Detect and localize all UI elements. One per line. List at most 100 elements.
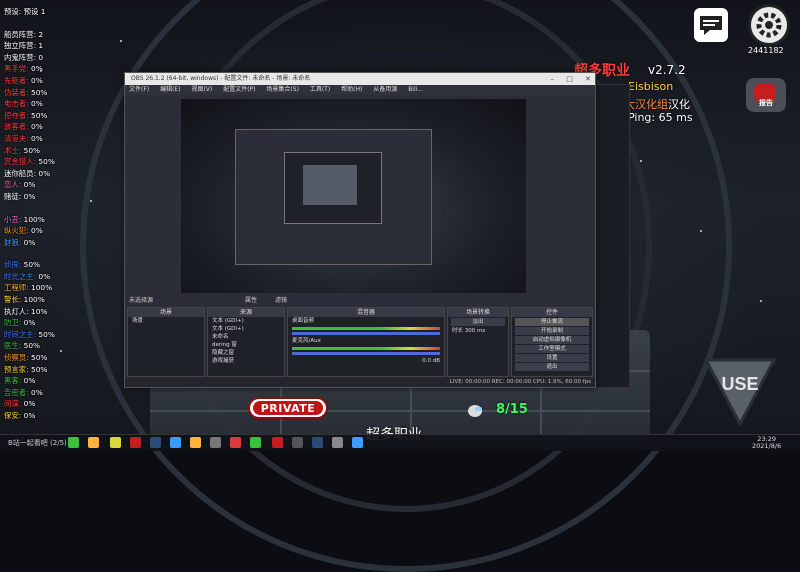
role-chance: 0%	[28, 133, 43, 143]
virtual-camera-button[interactable]: 启动虚拟摄像机	[515, 336, 589, 344]
report-label: 报告	[759, 99, 773, 107]
role-name: 工程师:	[4, 283, 29, 293]
menu-backup-source[interactable]: 从备用源	[373, 86, 397, 93]
taskbar-start-text: B站一起看吧 (2/5)	[8, 438, 67, 448]
chrome-icon[interactable]	[190, 437, 201, 448]
role-name: 时光之主:	[4, 271, 37, 281]
role-chance: 100%	[28, 283, 53, 293]
studio-mode-button[interactable]: 工作室模式	[515, 345, 589, 353]
private-lobby-badge[interactable]: PRIVATE	[248, 397, 328, 419]
mixer-db: 0.0 dB	[422, 358, 440, 364]
menu-file[interactable]: 文件(F)	[129, 86, 149, 93]
source-toolbar: 未选择源 属性 滤镜	[125, 295, 595, 307]
steam-icon[interactable]	[150, 437, 161, 448]
obs-docks: 场景 场景 来源 文本 (GDI+) 文本 (GDI+) 未命名 dering …	[125, 307, 595, 377]
minimize-icon[interactable]: –	[551, 75, 555, 83]
app-icon[interactable]	[352, 437, 363, 448]
menu-tools[interactable]: 工具(T)	[310, 86, 330, 93]
role-chance: 50%	[21, 260, 41, 270]
chat-bubble-icon[interactable]	[694, 8, 728, 42]
role-item: 迷你船员: 0%	[4, 168, 74, 180]
source-item[interactable]: 未命名	[208, 333, 284, 341]
role-chance: 100%	[21, 295, 45, 305]
role-name: 清道夫:	[4, 133, 29, 143]
role-chance: 0%	[21, 191, 36, 201]
role-chance: 50%	[28, 353, 48, 363]
role-item: 时光之主: 0%	[4, 271, 74, 283]
mod-author: Eisbison	[628, 80, 673, 93]
obs-preview[interactable]	[181, 99, 526, 293]
duration-value[interactable]: 300 ms	[465, 328, 485, 334]
app-icon[interactable]	[210, 437, 221, 448]
role-chance: 0%	[21, 376, 36, 386]
app-icon[interactable]	[110, 437, 121, 448]
volume-meter	[292, 327, 440, 330]
role-name: 电击者:	[4, 99, 29, 109]
menu-bili[interactable]: Bili...	[408, 86, 423, 93]
role-chance: 0%	[21, 237, 36, 247]
obs-icon[interactable]	[332, 437, 343, 448]
folder-icon[interactable]	[88, 437, 99, 448]
menu-view[interactable]: 视图(V)	[191, 86, 212, 93]
among-us-icon[interactable]	[272, 437, 283, 448]
gear-icon[interactable]	[748, 4, 790, 46]
app-icon[interactable]	[250, 437, 261, 448]
browser-icon[interactable]	[170, 437, 181, 448]
source-item[interactable]: 隐藏之窗	[208, 349, 284, 357]
selected-source-label: 未选择源	[129, 297, 154, 304]
role-name: 侦探:	[4, 260, 22, 270]
role-name: 时间之主:	[4, 329, 37, 339]
role-chance: 10%	[28, 306, 48, 316]
role-item: 时间之主: 50%	[4, 329, 74, 341]
crewmate-icon	[466, 402, 484, 418]
exit-button[interactable]: 退出	[515, 363, 589, 371]
menu-profile[interactable]: 配置文件(P)	[223, 86, 255, 93]
role-name: 赏金猎人:	[4, 157, 37, 167]
obs-window: OBS 26.1.2 (64-bit, windows) - 配置文件: 未命名…	[124, 72, 596, 388]
app-icon[interactable]	[230, 437, 241, 448]
role-item: 赏金猎人: 50%	[4, 156, 74, 168]
role-chance: 0%	[21, 318, 36, 328]
start-recording-button[interactable]: 开始录制	[515, 327, 589, 335]
app-icon[interactable]	[292, 437, 303, 448]
scene-item[interactable]: 场景	[128, 317, 204, 325]
maximize-icon[interactable]: □	[566, 75, 573, 83]
scenes-dock: 场景 场景	[127, 307, 205, 377]
source-item[interactable]: dering 窗	[208, 341, 284, 349]
close-icon[interactable]: ✕	[585, 75, 591, 83]
private-label: PRIVATE	[253, 401, 323, 415]
obs-titlebar: OBS 26.1.2 (64-bit, windows) - 配置文件: 未命名…	[125, 73, 595, 85]
source-item[interactable]: 文本 (GDI+)	[208, 325, 284, 333]
player-count: 8/15	[496, 402, 528, 417]
volume-slider[interactable]	[292, 332, 440, 335]
role-chance: 50%	[28, 110, 48, 120]
role-item: 恋人: 0%	[4, 179, 74, 191]
properties-button[interactable]: 属性	[245, 295, 257, 307]
role-item: 豺狼: 0%	[4, 237, 74, 249]
wechat-icon[interactable]	[68, 437, 79, 448]
app-icon[interactable]	[130, 437, 141, 448]
menu-help[interactable]: 帮助(H)	[341, 86, 362, 93]
steam-icon[interactable]	[312, 437, 323, 448]
role-name: 小丑:	[4, 214, 22, 224]
settings-button[interactable]: 设置	[515, 354, 589, 362]
filters-button[interactable]: 滤镜	[275, 295, 287, 307]
transition-type-select[interactable]: 淡出	[451, 318, 505, 326]
stop-streaming-button[interactable]: 停止推流	[515, 318, 589, 326]
role-item: 告密者: 0%	[4, 387, 74, 399]
volume-slider[interactable]	[292, 352, 440, 355]
role-items: 黑手党: 0% 先驱者: 0% 伪装者: 50% 电击者: 0% 掠夺者: 50% 骇客者…	[4, 63, 74, 421]
stream-room-number: 2441182	[748, 46, 784, 55]
source-item[interactable]: 游戏捕获	[208, 357, 284, 365]
role-chance: 0%	[21, 411, 36, 420]
role-item: 防卫: 0%	[4, 317, 74, 329]
report-button[interactable]: 报告	[746, 78, 786, 112]
menu-scene-collection[interactable]: 场景集合(S)	[266, 86, 299, 93]
neutral-count: 独立阵营: 1	[4, 41, 44, 51]
role-item: 掠夺者: 50%	[4, 110, 74, 122]
menu-edit[interactable]: 编辑(E)	[160, 86, 180, 93]
role-chance: 50%	[28, 364, 48, 374]
role-name: 先驱者:	[4, 75, 29, 85]
svg-text:USE: USE	[721, 374, 758, 394]
source-item[interactable]: 文本 (GDI+)	[208, 317, 284, 325]
